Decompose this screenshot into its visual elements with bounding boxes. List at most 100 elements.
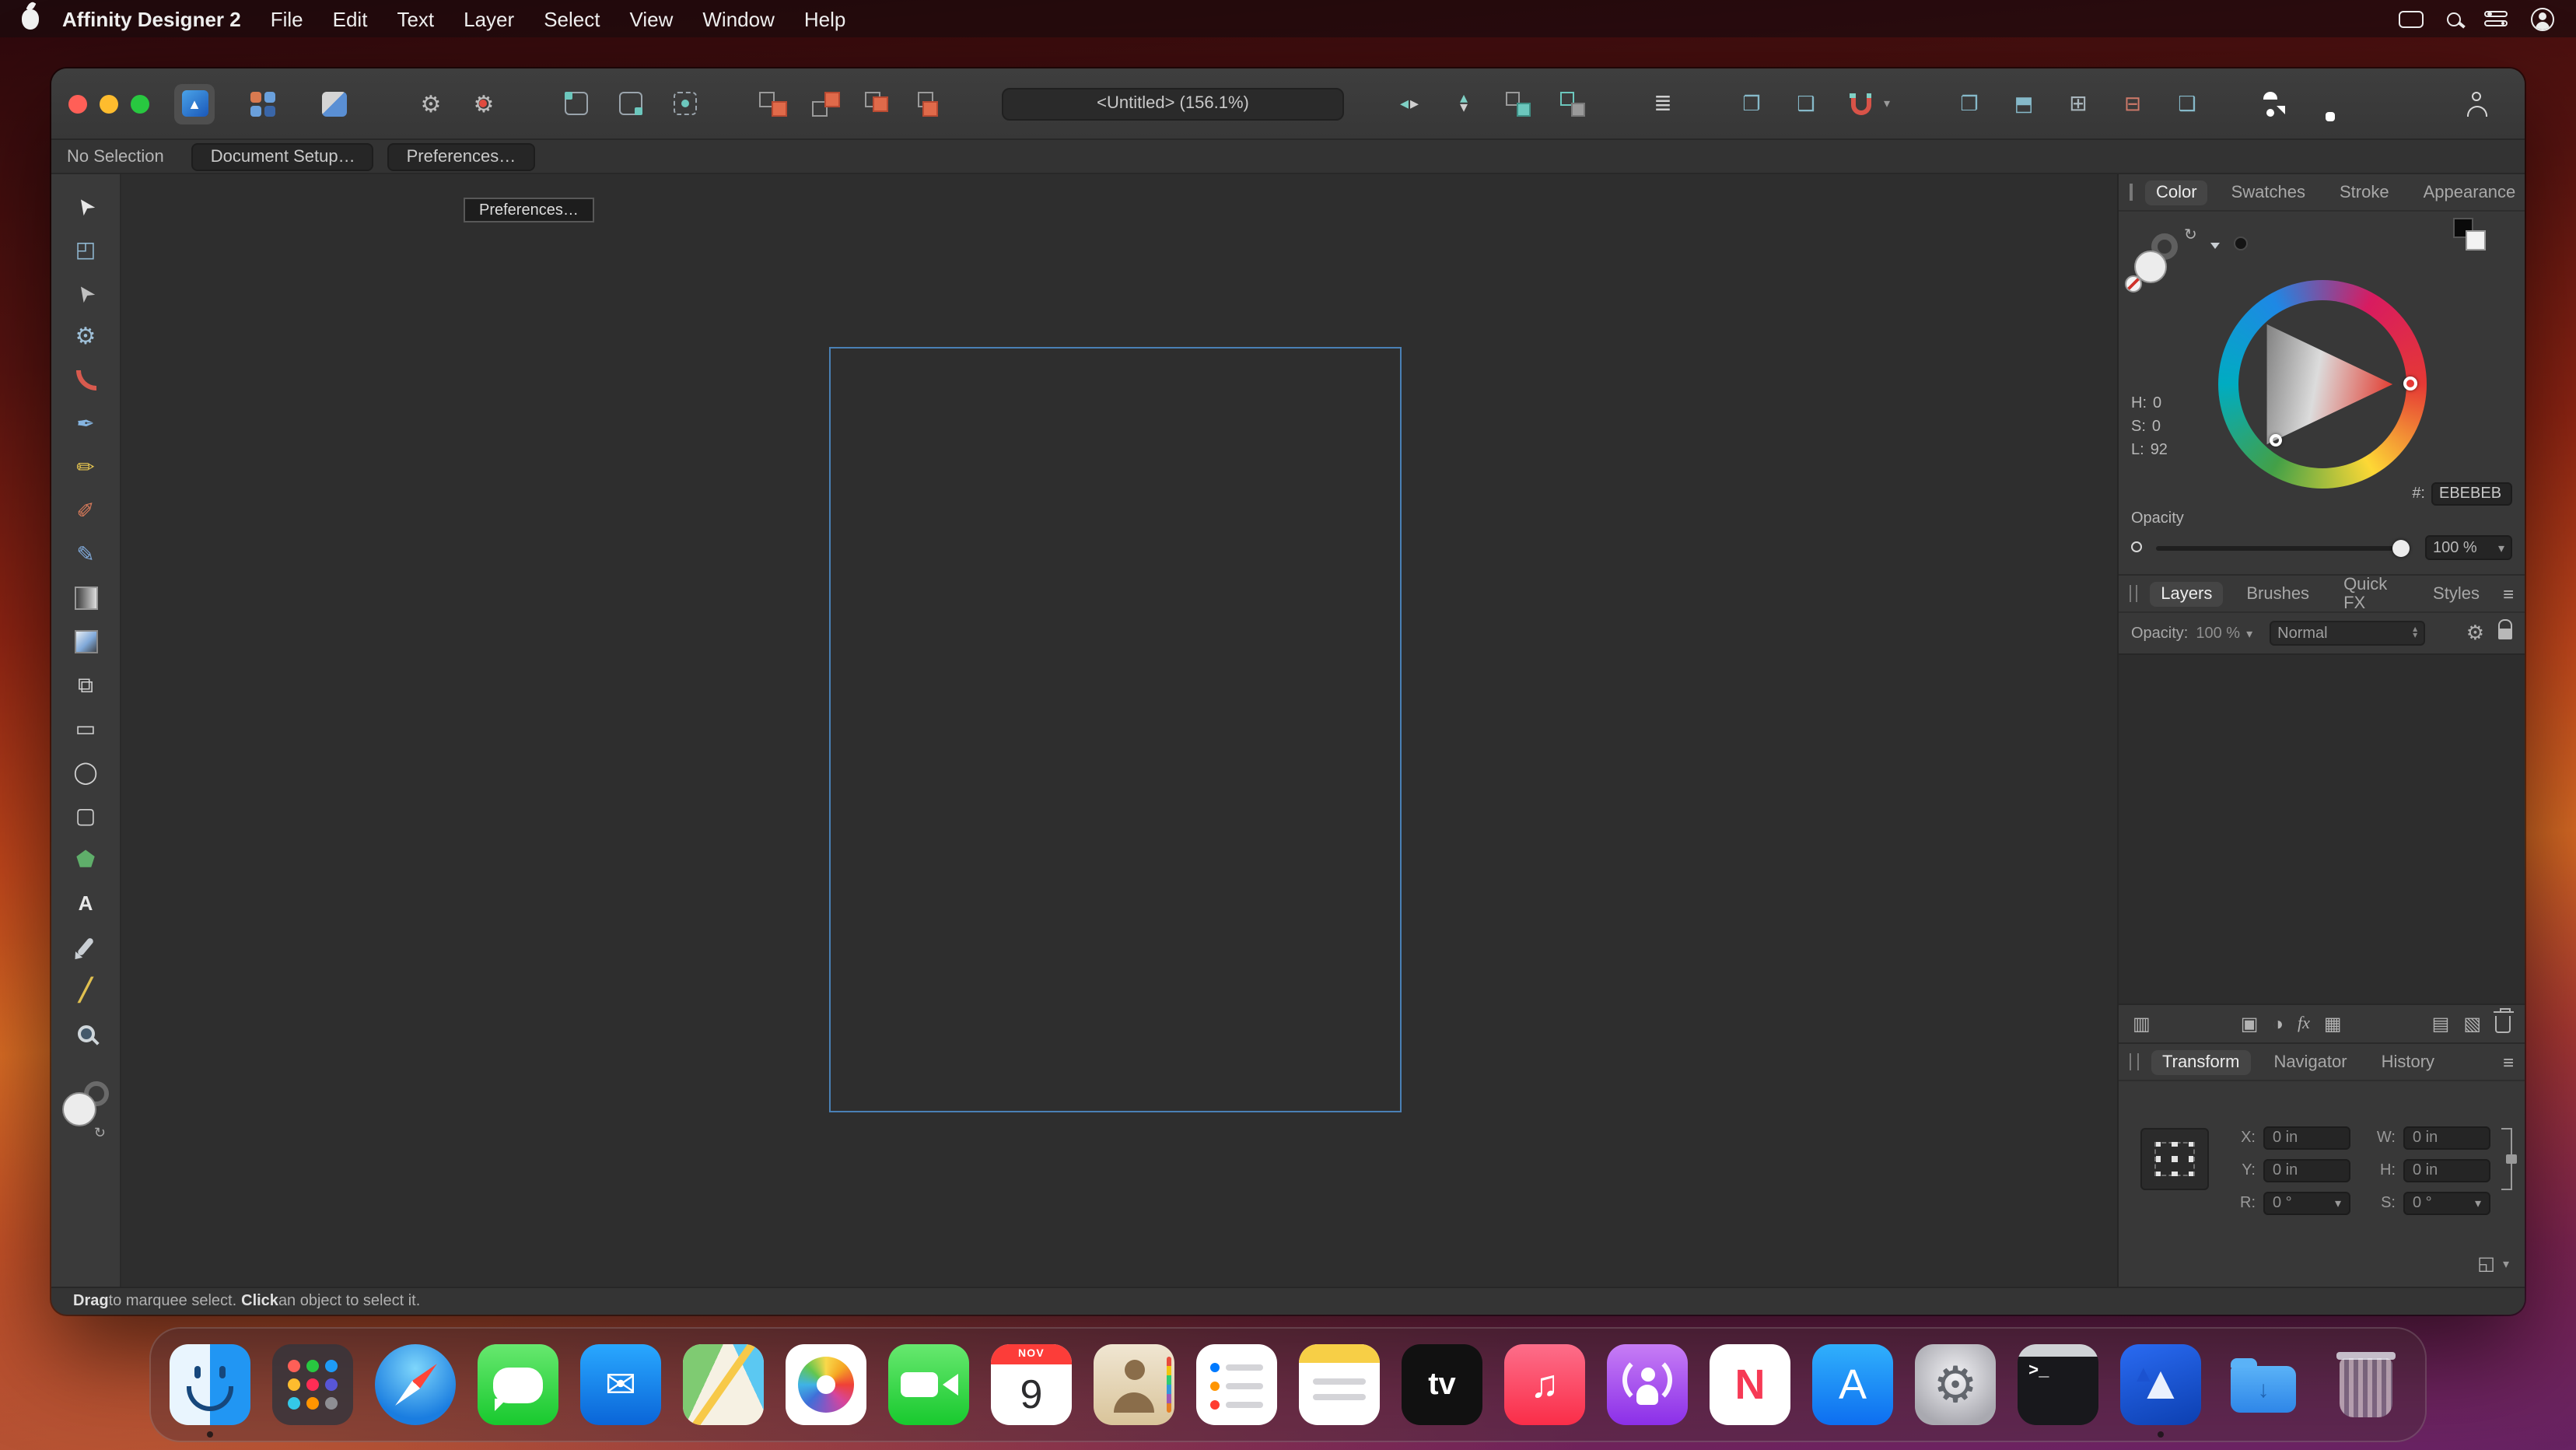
point-transform-tool[interactable]: ⚙ xyxy=(65,316,106,356)
show-guides-button[interactable]: ⊟ xyxy=(2112,83,2153,124)
insert-behind-button[interactable] xyxy=(753,83,793,124)
tab-swatches[interactable]: Swatches xyxy=(2221,180,2316,205)
control-center-icon[interactable] xyxy=(2484,10,2508,27)
tab-styles[interactable]: Styles xyxy=(2422,581,2490,606)
link-dimensions-icon[interactable] xyxy=(2501,1128,2512,1190)
export-persona-button[interactable] xyxy=(314,83,355,124)
contacts-dock-icon[interactable] xyxy=(1094,1344,1174,1425)
swap-colors-icon[interactable]: ↻ xyxy=(94,1125,106,1142)
account-button[interactable] xyxy=(2458,83,2498,124)
shape-tool[interactable]: ⬟ xyxy=(65,839,106,879)
flip-horizontal-button[interactable]: ◂▸ xyxy=(1389,83,1430,124)
fill-swatch[interactable] xyxy=(62,1092,96,1126)
panel-drag-handle[interactable] xyxy=(2130,184,2133,201)
adjustment-layer-icon[interactable]: ◑ xyxy=(2272,1013,2284,1035)
canvas[interactable]: Preferences… xyxy=(121,174,2117,1287)
system-settings-dock-icon[interactable]: ⚙ xyxy=(1915,1344,1996,1425)
color-wheel[interactable] xyxy=(2218,280,2427,489)
tab-brushes[interactable]: Brushes xyxy=(2235,581,2320,606)
document-setup-button[interactable]: ⚙ xyxy=(411,83,451,124)
rectangle-tool[interactable]: ▭ xyxy=(65,708,106,748)
add-layer-icon[interactable]: ▧ xyxy=(2463,1013,2481,1035)
zoom-button[interactable] xyxy=(131,94,149,113)
menu-layer[interactable]: Layer xyxy=(464,7,514,30)
snapping-options-button[interactable] xyxy=(664,83,705,124)
panel-drag-handle[interactable] xyxy=(2130,1053,2139,1070)
affinity-designer-dock-icon[interactable]: ▲▲ xyxy=(2120,1344,2201,1425)
pen-tool[interactable]: ✒ xyxy=(65,403,106,443)
menu-window[interactable]: Window xyxy=(702,7,775,30)
color-picker-tool[interactable] xyxy=(65,926,106,966)
white-swatch[interactable] xyxy=(2466,230,2486,250)
insert-inside-button[interactable] xyxy=(859,83,899,124)
replace-selection-button[interactable] xyxy=(912,83,952,124)
anchor-point-selector[interactable] xyxy=(2140,1128,2209,1190)
layer-effects-icon[interactable]: fx xyxy=(2298,1014,2310,1033)
document-setup-context-button[interactable]: Document Setup… xyxy=(192,142,374,170)
ellipse-tool[interactable]: ◯ xyxy=(65,751,106,792)
mail-dock-icon[interactable]: ✉ xyxy=(580,1344,661,1425)
paint-brush-tool[interactable]: ✎ xyxy=(65,534,106,574)
vector-brush-tool[interactable]: ✐ xyxy=(65,490,106,531)
opacity-value-box[interactable]: 100 %▾ xyxy=(2425,535,2512,560)
panel-drag-handle[interactable] xyxy=(2130,585,2137,602)
corner-tool[interactable] xyxy=(65,359,106,400)
tab-appearance[interactable]: Appearance xyxy=(2413,180,2525,205)
close-button[interactable] xyxy=(68,94,87,113)
document-title[interactable]: <Untitled> (156.1%) xyxy=(1002,87,1344,120)
zoom-tool[interactable] xyxy=(65,1013,106,1053)
hex-input[interactable] xyxy=(2431,482,2512,506)
calendar-dock-icon[interactable]: NOV9 xyxy=(991,1344,1072,1425)
menu-text[interactable]: Text xyxy=(397,7,434,30)
trash-dock-icon[interactable] xyxy=(2326,1344,2406,1425)
move-tool[interactable]: ➤ xyxy=(65,185,106,226)
shade-marker[interactable] xyxy=(2270,434,2282,447)
news-dock-icon[interactable]: N xyxy=(1710,1344,1790,1425)
layers-list[interactable] xyxy=(2119,653,2525,1005)
delete-layer-trash-icon[interactable] xyxy=(2495,1015,2511,1032)
maps-dock-icon[interactable] xyxy=(683,1344,764,1425)
snapping-magnet-button[interactable] xyxy=(1840,83,1881,124)
tab-quick-fx[interactable]: Quick FX xyxy=(2333,572,2410,615)
blend-mode-select[interactable]: Normal▴▾ xyxy=(2270,621,2425,646)
h-input[interactable]: 0 in xyxy=(2403,1159,2490,1182)
add-pixel-layer-icon[interactable]: ▤ xyxy=(2432,1013,2450,1035)
layer-settings-gear-icon[interactable]: ⚙ xyxy=(2466,621,2484,646)
snapping-toggle-button[interactable] xyxy=(610,83,650,124)
split-view-button[interactable]: ⬒ xyxy=(2004,83,2044,124)
tab-navigator[interactable]: Navigator xyxy=(2263,1049,2357,1074)
artboard-tool[interactable]: ◰ xyxy=(65,229,106,269)
panel-menu-icon[interactable]: ≡ xyxy=(2503,583,2514,604)
podcasts-dock-icon[interactable] xyxy=(1607,1344,1688,1425)
chevron-down-icon[interactable]: ▾ xyxy=(1884,96,1890,110)
show-grid-button[interactable]: ⊞ xyxy=(2058,83,2098,124)
messages-dock-icon[interactable] xyxy=(478,1344,558,1425)
tab-stroke[interactable]: Stroke xyxy=(2329,180,2400,205)
y-input[interactable]: 0 in xyxy=(2263,1159,2350,1182)
layers-opacity-value[interactable]: 100 %▾ xyxy=(2196,625,2252,642)
facetime-dock-icon[interactable] xyxy=(888,1344,969,1425)
transparency-tool[interactable] xyxy=(65,621,106,661)
no-color-icon[interactable] xyxy=(2125,275,2142,292)
terminal-dock-icon[interactable]: >_ xyxy=(2018,1344,2098,1425)
photos-dock-icon[interactable] xyxy=(786,1344,866,1425)
panel-menu-icon[interactable]: ≡ xyxy=(2503,1051,2514,1073)
display-icon[interactable] xyxy=(2399,10,2424,27)
rounded-rectangle-tool[interactable]: ▢ xyxy=(65,795,106,835)
menu-edit[interactable]: Edit xyxy=(333,7,368,30)
transform-origin-control[interactable]: ◱▾ xyxy=(2477,1252,2509,1274)
duplicate-view-button[interactable]: ❐ xyxy=(1949,83,1990,124)
safari-dock-icon[interactable] xyxy=(375,1344,456,1425)
tab-transform[interactable]: Transform xyxy=(2151,1049,2250,1074)
app-store-dock-icon[interactable]: A xyxy=(1812,1344,1893,1425)
menu-file[interactable]: File xyxy=(271,7,303,30)
move-to-front-button[interactable] xyxy=(1498,83,1538,124)
apple-tv-dock-icon[interactable]: tv xyxy=(1402,1344,1482,1425)
cycle-selection-button[interactable]: ❑ xyxy=(1786,83,1826,124)
fill-stroke-selector[interactable]: ↻ xyxy=(62,1081,109,1137)
measure-tool[interactable]: ╱ xyxy=(65,969,106,1010)
notes-dock-icon[interactable] xyxy=(1299,1344,1380,1425)
launchpad-dock-icon[interactable] xyxy=(272,1344,353,1425)
tab-color[interactable]: Color xyxy=(2145,180,2208,205)
insert-on-top-button[interactable] xyxy=(806,83,846,124)
